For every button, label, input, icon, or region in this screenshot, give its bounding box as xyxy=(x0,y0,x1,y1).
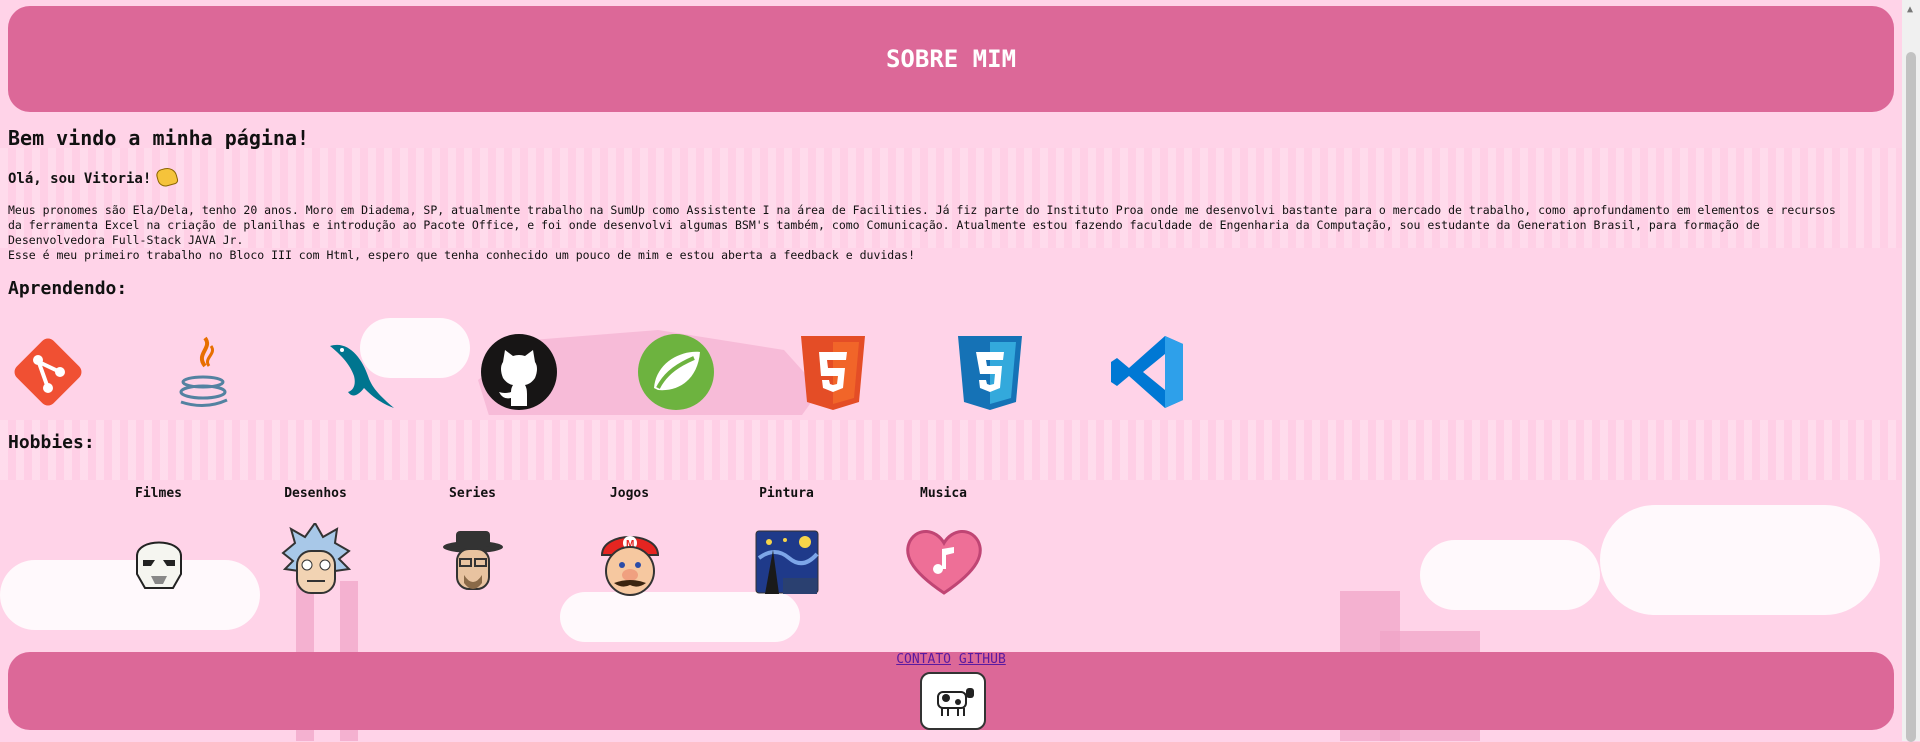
music-heart-icon xyxy=(904,522,984,602)
cow-icon[interactable] xyxy=(920,672,986,730)
starry-night-icon xyxy=(747,522,827,602)
html5-icon xyxy=(793,332,873,412)
hobby-item: Series xyxy=(394,486,551,602)
footer-links: CONTATO GITHUB xyxy=(8,652,1894,667)
scrollbar[interactable]: ▲ xyxy=(1902,0,1920,742)
bio-paragraph: Meus pronomes são Ela/Dela, tenho 20 ano… xyxy=(8,203,1903,263)
github-link[interactable]: GITHUB xyxy=(959,652,1006,667)
greeting-text: Olá, sou Vitoria! xyxy=(8,171,152,187)
mysql-icon xyxy=(322,332,402,412)
greeting: Olá, sou Vitoria! xyxy=(8,165,180,189)
hobby-item: Pintura xyxy=(708,486,865,602)
github-icon xyxy=(479,332,559,412)
vscode-icon xyxy=(1107,332,1187,412)
stormtrooper-icon xyxy=(119,522,199,602)
git-icon xyxy=(8,332,88,412)
bio-line: Esse é meu primeiro trabalho no Bloco II… xyxy=(8,248,915,262)
hobby-label: Jogos xyxy=(609,486,650,501)
bio-line: Meus pronomes são Ela/Dela, tenho 20 ano… xyxy=(8,203,1836,217)
bio-line: Desenvolvedora Full-Stack JAVA Jr. xyxy=(8,233,244,247)
scrollbar-thumb[interactable] xyxy=(1906,52,1916,742)
java-icon xyxy=(165,332,245,412)
page-footer: CONTATO GITHUB xyxy=(8,652,1894,730)
scroll-up-icon[interactable]: ▲ xyxy=(1907,4,1913,15)
heisenberg-icon xyxy=(433,522,513,602)
hobby-label: Filmes xyxy=(135,486,182,501)
bio-line: da ferramenta Excel na criação de planil… xyxy=(8,218,1760,232)
hobby-item: Jogos M xyxy=(551,486,708,602)
waving-hand-icon xyxy=(155,165,180,189)
rick-icon xyxy=(276,522,356,602)
hobby-item: Musica xyxy=(865,486,1022,602)
contact-link[interactable]: CONTATO xyxy=(896,652,951,667)
page-header: SOBRE MIM xyxy=(8,6,1894,112)
hobbies-list: Filmes Desenhos Series Jogos M Pintura M… xyxy=(80,486,1022,602)
page-title: SOBRE MIM xyxy=(885,45,1017,73)
learning-icons xyxy=(8,332,1264,412)
spring-icon xyxy=(636,332,716,412)
hobby-item: Desenhos xyxy=(237,486,394,602)
hobby-label: Musica xyxy=(920,486,967,501)
hobby-label: Series xyxy=(449,486,496,501)
welcome-heading: Bem vindo a minha página! xyxy=(8,126,310,150)
hobby-label: Pintura xyxy=(759,486,814,501)
hobbies-heading: Hobbies: xyxy=(8,432,95,453)
mario-icon: M xyxy=(590,522,670,602)
learning-heading: Aprendendo: xyxy=(8,278,128,299)
hobby-item: Filmes xyxy=(80,486,237,602)
hobby-label: Desenhos xyxy=(284,486,347,501)
css3-icon xyxy=(950,332,1030,412)
